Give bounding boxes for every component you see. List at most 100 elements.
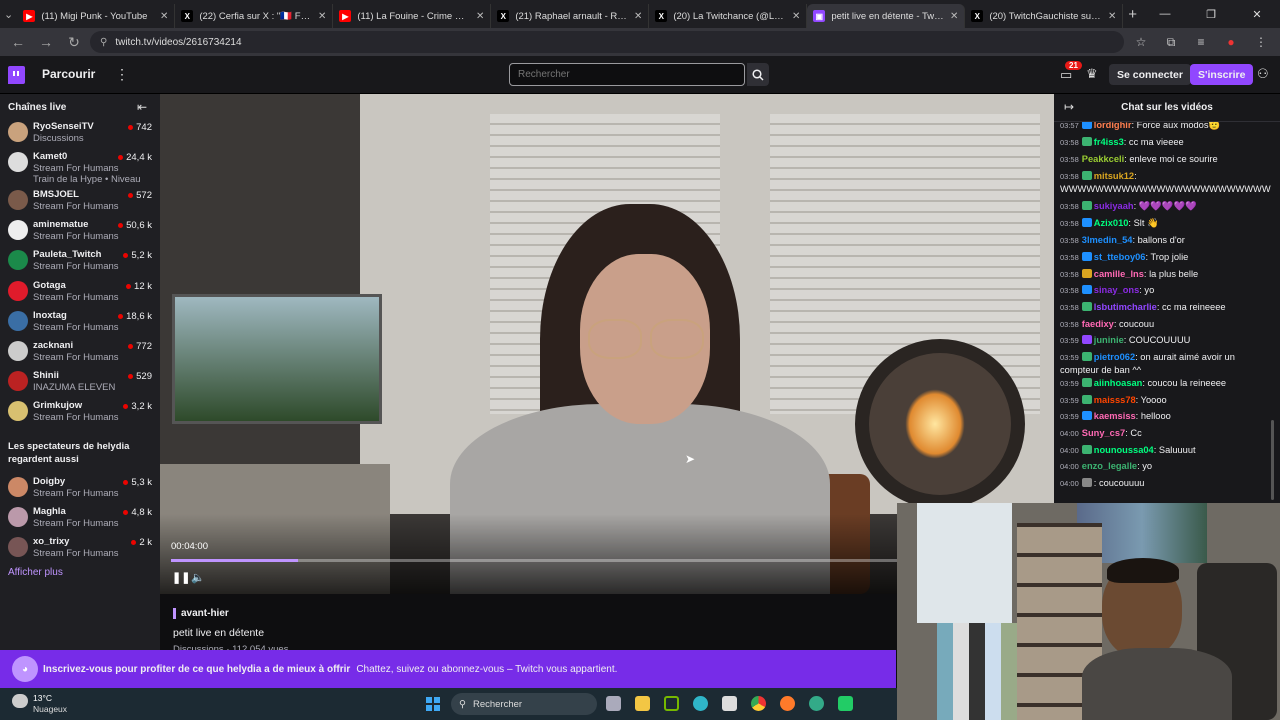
media-icon[interactable]: ≡ (1188, 35, 1214, 49)
chat-username[interactable]: Peakkceli (1082, 154, 1124, 164)
taskbar-search[interactable]: ⚲ Rechercher (451, 693, 597, 715)
edge-icon[interactable] (693, 696, 708, 711)
reload-icon[interactable]: ↻ (62, 34, 86, 51)
chat-username[interactable]: camille_lns (1094, 269, 1144, 279)
collapse-sidebar-icon[interactable]: ⇤ (137, 100, 147, 114)
chat-timestamp: 03:59 (1060, 379, 1079, 388)
minimize-icon[interactable]: — (1142, 8, 1188, 21)
chat-username[interactable]: enzo_legalle (1082, 461, 1137, 471)
viewer-count-value: 18,6 k (126, 310, 152, 322)
chat-username[interactable]: fr4iss3 (1094, 137, 1124, 147)
sidebar-channel[interactable]: Kamet0 Stream For Humans 24,4 k Train de la… (0, 149, 160, 185)
url-field[interactable]: ⚲ twitch.tv/videos/2616734214 (90, 31, 1124, 53)
app-icon[interactable] (838, 696, 853, 711)
browser-tab[interactable]: ▶ (11) Migi Punk - YouTube ✕ (17, 4, 176, 28)
volume-icon[interactable]: 🔈 (191, 571, 205, 584)
chat-scrollbar[interactable] (1271, 420, 1274, 500)
bookmark-star-icon[interactable]: ☆ (1128, 35, 1154, 49)
browser-tab[interactable]: X (22) Cerfia sur X : "🇫🇷 FLASH | Le ✕ (175, 4, 334, 28)
new-tab-button[interactable]: + (1123, 6, 1142, 23)
chat-username[interactable]: kaemsiss (1094, 411, 1136, 421)
notification-count-badge: 21 (1065, 61, 1082, 70)
tab-close-icon[interactable]: ✕ (476, 11, 484, 22)
chat-username[interactable]: mitsuk12 (1094, 171, 1134, 181)
menu-icon[interactable]: ⋮ (1248, 35, 1274, 49)
show-more-link[interactable]: Afficher plus (8, 567, 63, 578)
tab-close-icon[interactable]: ✕ (634, 11, 642, 22)
weather-desc[interactable]: Nuageux (33, 704, 67, 714)
chat-timestamp: 03:58 (1060, 270, 1079, 279)
login-button[interactable]: Se connecter (1109, 64, 1191, 85)
maximize-icon[interactable]: ❐ (1188, 8, 1234, 21)
browser-tab[interactable]: ▶ (11) La Fouine - Crime Session ✕ (333, 4, 492, 28)
sidebar-channel[interactable]: zacknani Stream For Humans 772 (0, 338, 160, 368)
sidebar-channel[interactable]: Maghla Stream For Humans 4,8 k (0, 504, 160, 534)
sidebar-channel[interactable]: Pauleta_Twitch Stream For Humans 5,2 k (0, 247, 160, 277)
sidebar-channel[interactable]: Grimkujow Stream For Humans 3,2 k (0, 398, 160, 428)
tab-close-icon[interactable]: ✕ (1108, 11, 1116, 22)
chat-username[interactable]: 3lmedin_54 (1082, 235, 1133, 245)
browser-tab[interactable]: X (20) La Twitchance (@LaTwitcha... ✕ (649, 4, 808, 28)
chat-username[interactable]: aiinhoasan (1094, 378, 1143, 388)
chat-username[interactable]: lsbutimcharlie (1094, 302, 1157, 312)
sidebar-channel[interactable]: aminematue Stream For Humans 50,6 k (0, 217, 160, 247)
chat-username[interactable]: nounoussa04 (1094, 445, 1154, 455)
sidebar-channel[interactable]: Shinii INAZUMA ELEVEN 529 (0, 368, 160, 398)
browse-link[interactable]: Parcourir (42, 67, 95, 81)
chat-username[interactable]: pietro062 (1094, 352, 1135, 362)
tab-list-icon[interactable]: ⌄ (0, 8, 17, 21)
avatar (8, 250, 28, 271)
tab-close-icon[interactable]: ✕ (318, 11, 326, 22)
chat-message: 03:58 lsbutimcharlie: cc ma reineeee (1060, 301, 1276, 314)
xbox-icon[interactable] (809, 696, 824, 711)
chat-username[interactable]: faedixy (1082, 319, 1114, 329)
chat-username[interactable]: Suny_cs7 (1082, 428, 1125, 438)
pause-icon[interactable]: ❚❚ (172, 571, 190, 584)
profile-icon[interactable]: ● (1218, 35, 1244, 49)
prime-crown-icon[interactable]: ♛ (1086, 66, 1098, 82)
user-icon[interactable]: ⚇ (1257, 66, 1269, 82)
sidebar-channel[interactable]: xo_trixy Stream For Humans 2 k (0, 534, 160, 564)
signup-button[interactable]: S'inscrire (1190, 64, 1254, 85)
chat-username[interactable]: juninie (1094, 335, 1124, 345)
sidebar-channel[interactable]: Doigby Stream For Humans 5,3 k (0, 474, 160, 504)
chat-username[interactable]: st_tteboy06 (1094, 252, 1146, 262)
twitch-logo-icon[interactable] (8, 66, 25, 84)
sidebar-channel[interactable]: RyoSenseiTV Discussions 742 (0, 119, 160, 149)
close-window-icon[interactable]: ✕ (1234, 8, 1280, 21)
browser-tab[interactable]: X (21) Raphael arnault - Recherche ✕ (491, 4, 650, 28)
weather-temp[interactable]: 13°C (33, 693, 52, 703)
chat-username[interactable]: maisss78 (1094, 395, 1136, 405)
file-explorer-icon[interactable] (635, 696, 650, 711)
back-icon[interactable]: ← (6, 34, 30, 50)
chrome-icon[interactable] (751, 696, 766, 711)
search-button[interactable] (747, 63, 769, 86)
windows-start-icon[interactable] (426, 697, 440, 711)
site-info-icon[interactable]: ⚲ (100, 37, 107, 48)
sidebar-channel[interactable]: Inoxtag Stream For Humans 18,6 k (0, 308, 160, 338)
tab-favicon-icon: ▶ (339, 10, 352, 22)
tab-favicon-icon: X (655, 10, 668, 22)
forward-icon[interactable]: → (34, 34, 58, 50)
tab-close-icon[interactable]: ✕ (160, 11, 168, 22)
viewer-count: 50,6 k (118, 220, 152, 231)
browser-tab[interactable]: X (20) TwitchGauchiste sur X : "«... ✕ (965, 4, 1124, 28)
chat-username[interactable]: sinay_ons (1094, 285, 1139, 295)
task-view-icon[interactable] (606, 696, 621, 711)
store-icon[interactable] (722, 696, 737, 711)
chat-username[interactable]: Azix010 (1094, 218, 1129, 228)
cloud-icon[interactable] (12, 694, 28, 708)
browser-tab[interactable]: ▣ petit live en détente - Twitch ✕ (807, 4, 966, 28)
more-options-icon[interactable]: ⋮ (115, 66, 129, 83)
sidebar-channel[interactable]: BMSJOEL Stream For Humans 572 (0, 187, 160, 217)
search-input[interactable] (509, 63, 745, 86)
chat-message: 03:58 sinay_ons: yo (1060, 284, 1276, 297)
tab-close-icon[interactable]: ✕ (950, 11, 958, 22)
firefox-icon[interactable] (780, 696, 795, 711)
sidebar-channel[interactable]: Gotaga Stream For Humans 12 k (0, 278, 160, 308)
extensions-icon[interactable]: ⧉ (1158, 35, 1184, 50)
chat-username[interactable]: sukiyaah (1094, 201, 1134, 211)
signup-banner[interactable]: ◕ Inscrivez-vous pour profiter de ce que… (0, 650, 896, 688)
tab-close-icon[interactable]: ✕ (792, 11, 800, 22)
nvidia-icon[interactable] (664, 696, 679, 711)
